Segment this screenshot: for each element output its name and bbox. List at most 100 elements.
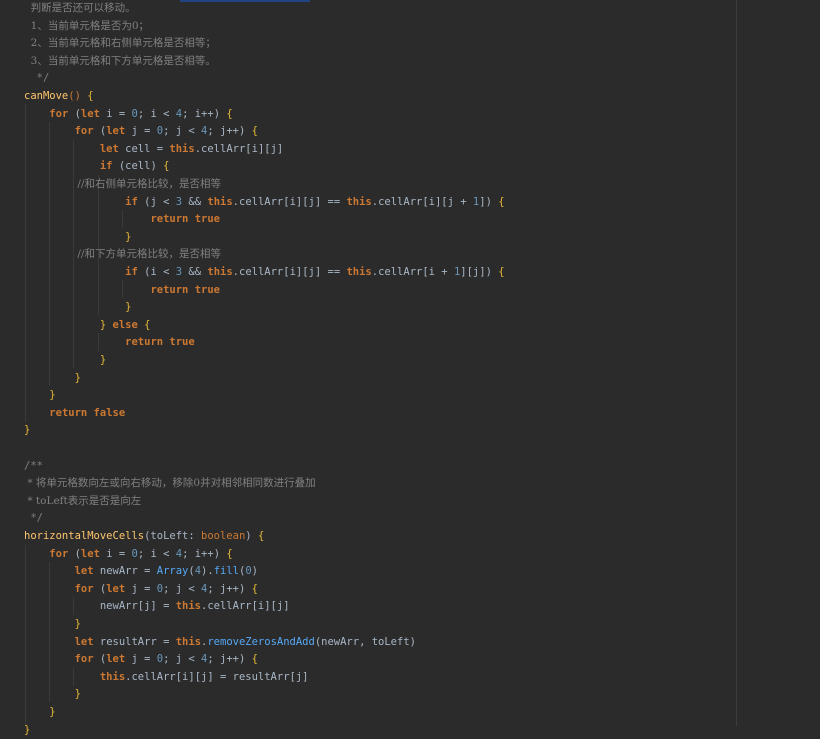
code-token: if xyxy=(125,195,138,208)
code-token: { xyxy=(226,107,233,120)
code-token: Array xyxy=(156,565,189,578)
code-line[interactable]: newArr[j] = this.cellArr[i][j] xyxy=(24,598,290,616)
code-token: boolean xyxy=(201,530,246,542)
code-token: cellArr xyxy=(201,142,246,155)
code-token: let xyxy=(74,565,94,578)
code-line[interactable]: for (let i = 0; i < 4; i++) { xyxy=(24,106,233,124)
code-line[interactable]: return true xyxy=(24,334,195,352)
code-line[interactable]: horizontalMoveCells(toLeft: boolean) { xyxy=(24,528,264,546)
code-token: canMove xyxy=(24,90,69,102)
code-token: 3、当前单元格和下方单元格是否相等。 xyxy=(24,54,216,67)
code-line[interactable]: } xyxy=(24,704,56,722)
code-line[interactable]: } xyxy=(24,370,81,388)
code-token: this xyxy=(346,195,372,208)
code-token: //和下方单元格比较，是否相等 xyxy=(24,248,221,261)
code-token: /** xyxy=(24,459,43,472)
code-line[interactable]: canMove() { xyxy=(24,88,94,106)
code-line[interactable]: let resultArr = this.removeZerosAndAdd(n… xyxy=(24,634,416,652)
code-line[interactable]: */ xyxy=(24,510,43,528)
code-token: 2、当前单元格和右侧单元格是否相等； xyxy=(24,37,216,50)
code-line[interactable]: return true xyxy=(24,282,220,300)
code-line[interactable]: let cell = this.cellArr[i][j] xyxy=(24,141,283,159)
code-line[interactable]: * 将单元格数向左或向右移动，移除0并对相邻相同数进行叠加 xyxy=(24,475,315,493)
code-token: ) xyxy=(245,530,258,542)
right-margin-guide xyxy=(736,0,737,726)
code-line[interactable]: } xyxy=(24,387,56,405)
code-line[interactable]: } xyxy=(24,229,131,247)
code-line[interactable]: 1、当前单元格是否为0； xyxy=(24,18,149,36)
code-token: () xyxy=(68,90,88,102)
code-token: for xyxy=(74,582,94,595)
code-token: this xyxy=(99,670,126,683)
code-token: j = xyxy=(125,582,157,595)
code-token: { xyxy=(498,195,505,208)
code-line[interactable]: } xyxy=(24,686,81,704)
code-line[interactable]: //和右侧单元格比较，是否相等 xyxy=(24,176,221,194)
code-line[interactable]: } xyxy=(24,422,30,440)
code-token: i = xyxy=(99,547,132,560)
code-line[interactable]: } xyxy=(24,352,106,370)
code-line[interactable]: for (let j = 0; j < 4; j++) { xyxy=(24,651,258,669)
code-token: else xyxy=(112,318,138,331)
code-line[interactable]: for (let i = 0; i < 4; i++) { xyxy=(24,546,232,564)
code-token: (cell) xyxy=(112,160,164,173)
code-line[interactable]: if (j < 3 && this.cellArr[i][j] == this.… xyxy=(24,194,505,212)
code-line[interactable]: for (let j = 0; j < 4; j++) { xyxy=(24,581,258,599)
code-token: ; j < xyxy=(163,653,202,666)
code-line[interactable]: } xyxy=(24,616,81,634)
code-token: ; j++) xyxy=(207,582,252,595)
code-line[interactable]: */ xyxy=(24,70,50,88)
code-token: 判断是否还可以移动。 xyxy=(24,2,136,14)
code-token: this xyxy=(346,266,372,278)
code-token: j = xyxy=(125,125,157,138)
code-token: } xyxy=(125,230,132,243)
code-token: } xyxy=(74,371,81,384)
code-token: .cellArr[i][j] = resultArr[j] xyxy=(125,670,309,683)
code-token: ( xyxy=(93,653,107,666)
code-line[interactable]: if (i < 3 && this.cellArr[i][j] == this.… xyxy=(24,264,504,282)
code-line[interactable]: } xyxy=(24,299,131,317)
code-line[interactable]: /** xyxy=(24,458,43,476)
code-token: { xyxy=(251,582,258,595)
code-token: this xyxy=(175,635,202,648)
code-line[interactable]: return false xyxy=(24,405,125,423)
code-line[interactable]: 2、当前单元格和右侧单元格是否相等； xyxy=(24,35,216,53)
code-token: if xyxy=(99,160,113,173)
code-token: newArr = xyxy=(93,565,157,578)
code-line[interactable]: //和下方单元格比较，是否相等 xyxy=(24,246,221,264)
code-editor[interactable]: 判断是否还可以移动。 1、当前单元格是否为0； 2、当前单元格和右侧单元格是否相… xyxy=(0,0,820,736)
code-line[interactable]: return true xyxy=(24,211,220,229)
code-line[interactable]: } xyxy=(24,722,30,739)
code-token: } xyxy=(74,618,81,630)
code-token: let xyxy=(106,653,126,666)
code-token: .cellArr[i + xyxy=(371,266,454,278)
code-token: this xyxy=(169,142,195,155)
code-token: newArr[j] = xyxy=(24,600,176,613)
code-line[interactable]: this.cellArr[i][j] = resultArr[j] xyxy=(24,669,309,687)
code-token: let xyxy=(106,582,126,595)
code-token: for xyxy=(49,107,69,120)
code-line[interactable]: 判断是否还可以移动。 xyxy=(24,0,136,18)
code-line[interactable]: let newArr = Array(4).fill(0) xyxy=(24,563,258,581)
code-token: { xyxy=(144,318,151,331)
code-token: [i][j] xyxy=(245,142,284,155)
code-line[interactable]: for (let j = 0; j < 4; j++) { xyxy=(24,123,258,141)
code-token: } xyxy=(49,706,56,718)
code-line[interactable]: if (cell) { xyxy=(24,158,170,176)
code-line[interactable]: * toLeft表示是否是向左 xyxy=(24,493,141,511)
code-token: } xyxy=(49,389,56,402)
code-line[interactable]: } else { xyxy=(24,317,151,335)
code-line[interactable]: 3、当前单元格和下方单元格是否相等。 xyxy=(24,53,216,71)
